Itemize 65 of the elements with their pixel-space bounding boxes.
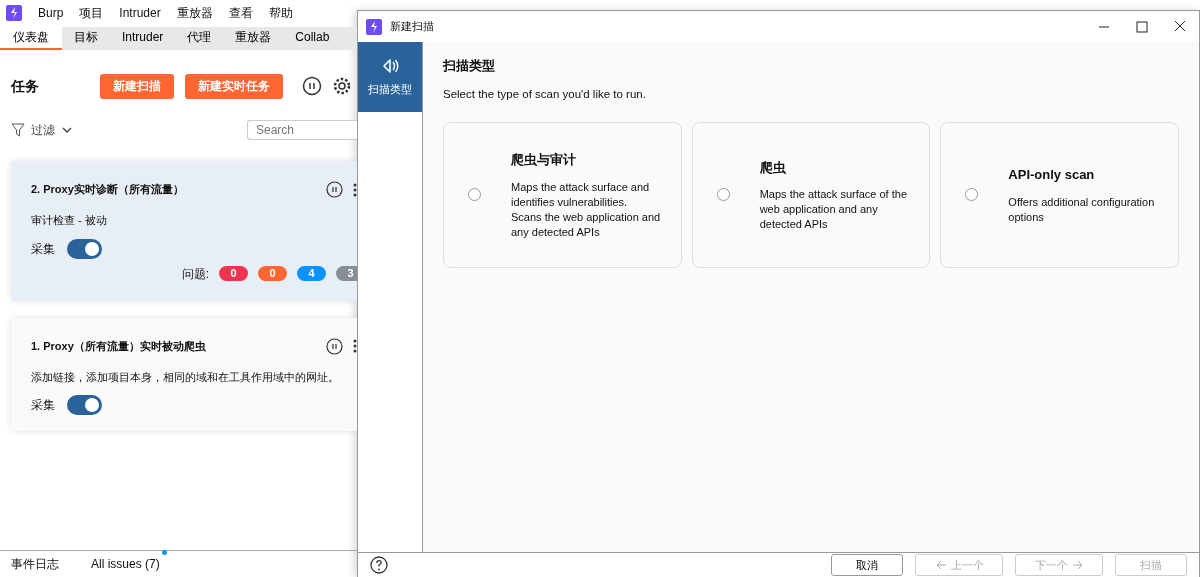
filter-icon[interactable] <box>11 122 25 137</box>
menu-item[interactable]: 项目 <box>71 3 112 22</box>
right-arrow-icon <box>1071 560 1084 570</box>
toggle-switch[interactable] <box>67 238 102 259</box>
filter-label[interactable]: 过滤 <box>31 120 55 139</box>
tab[interactable]: 重放器 <box>223 27 284 50</box>
sidebar-label: 扫描类型 <box>368 81 412 97</box>
pause-icon[interactable] <box>326 181 343 198</box>
settings-icon[interactable] <box>332 76 352 96</box>
menu-item[interactable]: Intruder <box>111 3 169 22</box>
toggle-switch[interactable] <box>67 395 102 415</box>
help-icon[interactable] <box>370 556 388 574</box>
issue-count: 0 <box>258 266 287 281</box>
issue-count: 3 <box>336 266 357 281</box>
menu-item[interactable]: 查看 <box>220 3 261 22</box>
section-title: 任务 <box>11 76 40 96</box>
app-logo-icon <box>6 4 22 21</box>
scan-type-description: Maps the attack surface and identifies vulnerabilities. Scans the web application and any detected APIs <box>511 179 661 240</box>
scan-type-card[interactable]: 爬虫 Maps the attack surface of the web application and any detected APIs <box>691 121 931 268</box>
radio-button[interactable] <box>468 188 481 202</box>
radio-button[interactable] <box>716 188 730 202</box>
sidebar-item[interactable]: 扫描类型 <box>358 42 422 112</box>
issues-label: 问题: <box>181 265 209 283</box>
scan-type-title: API-only scan <box>1008 166 1096 184</box>
pause-icon[interactable] <box>302 76 322 96</box>
scan-type-description: Offers additional configuration options <box>1008 194 1156 225</box>
footer-tab[interactable]: 事件日志 <box>11 555 59 573</box>
section-heading: 扫描类型 <box>443 57 496 75</box>
search-field[interactable]: Search <box>247 119 357 140</box>
app-logo-icon <box>366 18 382 35</box>
tab[interactable]: Intruder <box>110 27 176 50</box>
intro-text: Select the type of scan you'd like to run. <box>443 86 647 102</box>
toggle-label: 采集 <box>31 397 55 414</box>
task-title: 2. Proxy实时诊断（所有流量） <box>31 182 184 198</box>
toggle-label: 采集 <box>31 240 55 258</box>
scan-type-title: 爬虫 <box>759 158 787 177</box>
footer-tab[interactable]: All issues (7) <box>91 555 160 573</box>
task-title: 1. Proxy（所有流量）实时被动爬虫 <box>31 338 206 354</box>
issue-count: 0 <box>219 266 248 281</box>
menu-item[interactable]: 帮助 <box>260 3 301 22</box>
tab[interactable]: 仪表盘 <box>0 27 62 50</box>
scan-type-description: Maps the attack surface of the web application and any detected APIs <box>759 187 909 232</box>
task-card[interactable]: 2. Proxy实时诊断（所有流量） 审计检查 - 被动 采集 问题: 0 0 4 3 <box>11 161 357 301</box>
issue-count: 4 <box>297 266 326 281</box>
menu-item[interactable]: Burp <box>30 3 72 22</box>
window-title: 新建扫描 <box>390 19 434 35</box>
tab[interactable]: 代理 <box>175 27 224 50</box>
task-description: 添加链接，添加项目本身，相同的域和在工具作用域中的网址。 <box>31 369 340 385</box>
tab[interactable]: Collab <box>283 27 330 50</box>
task-description: 审计检查 - 被动 <box>31 213 108 228</box>
tab[interactable]: 目标 <box>62 27 110 50</box>
pause-icon[interactable] <box>326 337 343 355</box>
radio-button[interactable] <box>965 188 979 202</box>
left-arrow-icon <box>934 560 947 570</box>
scan-type-title: 爬虫与审计 <box>511 151 577 169</box>
dialog-button[interactable]: 取消 <box>831 554 903 576</box>
scan-type-card[interactable]: 爬虫与审计 Maps the attack surface and identifies vulnerabilities. Scans the web application and any detected APIs <box>443 121 682 268</box>
close-icon[interactable] <box>1172 20 1188 33</box>
more-icon[interactable] <box>353 182 357 197</box>
maximize-icon[interactable] <box>1134 20 1150 33</box>
task-card[interactable]: 1. Proxy（所有流量）实时被动爬虫 添加链接，添加项目本身，相同的域和在工具作用域中的网址。 采集 <box>11 317 357 431</box>
menu-item[interactable]: 重放器 <box>168 3 221 22</box>
speaker-icon <box>381 56 399 75</box>
scan-type-card[interactable]: API-only scan Offers additional configuration options <box>940 121 1179 268</box>
more-icon[interactable] <box>353 339 357 353</box>
